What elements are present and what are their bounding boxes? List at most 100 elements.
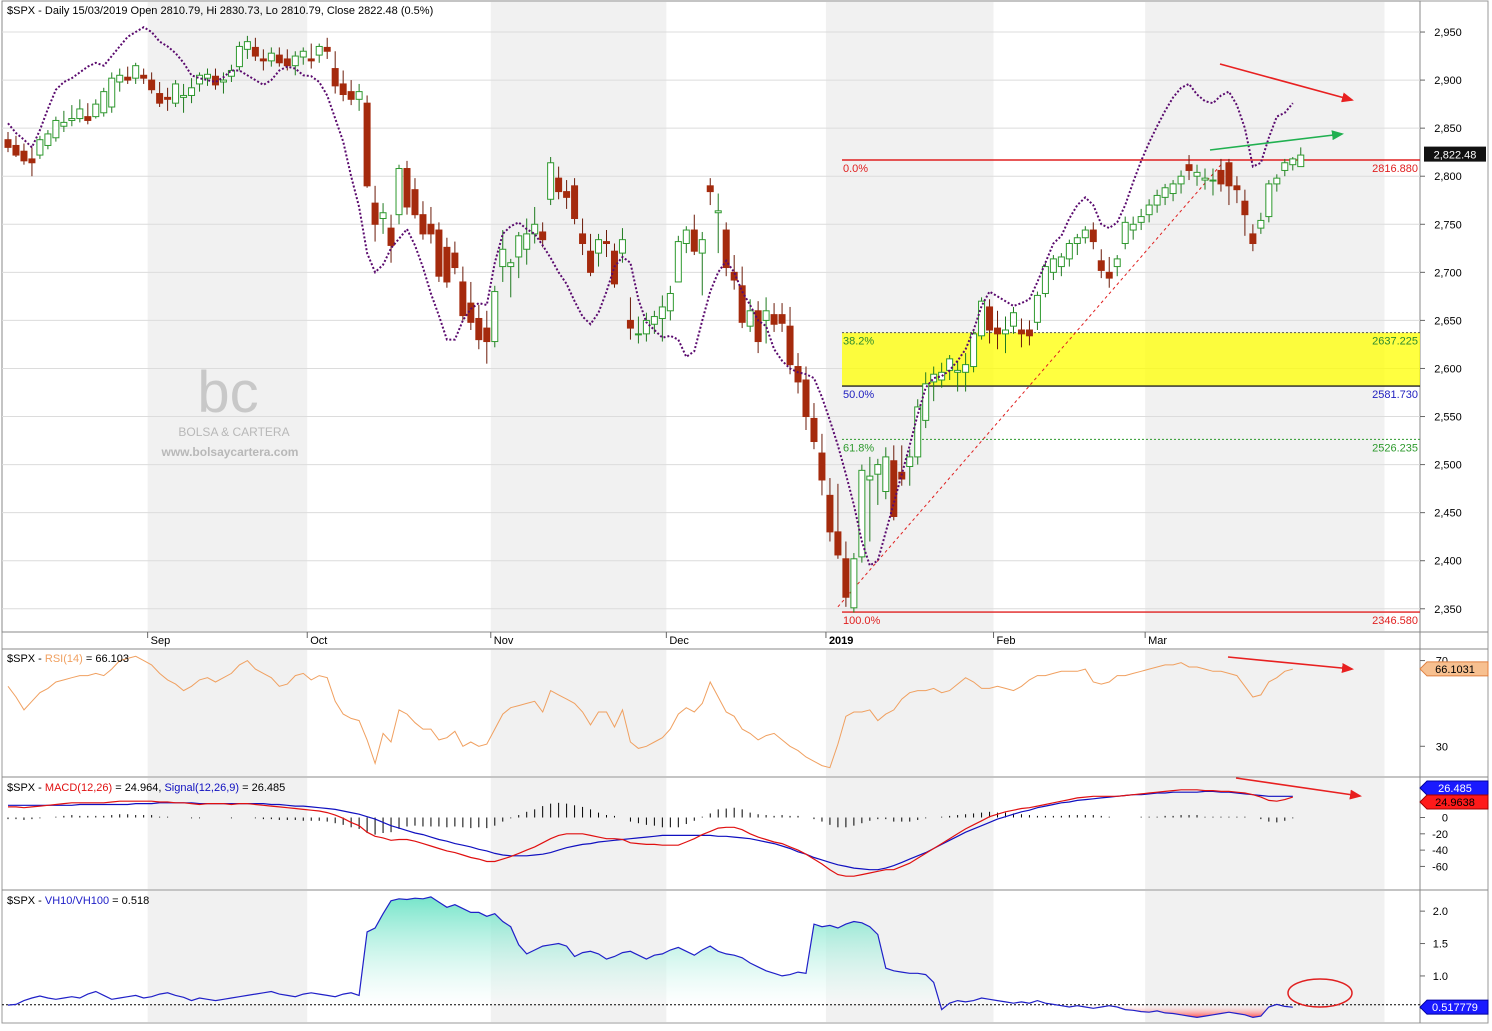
candle-body (275, 54, 283, 64)
candle-body (387, 227, 395, 246)
candle-body (483, 327, 491, 343)
rsi-last-value-marker: 66.1031 (1419, 661, 1489, 677)
x-tick-label: Dec (669, 635, 689, 647)
candle-body (1073, 237, 1081, 245)
candle-body (28, 158, 36, 164)
macd-last-value: 24.9638 (1435, 797, 1475, 809)
vh-title: $SPX - VH10/VH100 = 0.518 (7, 895, 149, 907)
candle-body (1289, 158, 1297, 166)
candle-body (395, 168, 403, 216)
candle-body (762, 310, 770, 321)
month-band (147, 650, 308, 776)
candle-body (259, 58, 267, 62)
candle-body (507, 262, 515, 268)
candle-body (603, 241, 610, 245)
price-tick-label: 2,500 (1434, 460, 1462, 472)
watermark-name: BOLSA & CARTERA (178, 425, 289, 439)
candle-body (12, 144, 20, 156)
candle-body (235, 45, 243, 68)
candle-body (459, 281, 467, 317)
candle-body (44, 133, 52, 146)
vh-last-value-marker: 0.517779 (1419, 999, 1489, 1015)
candle-body (1097, 260, 1105, 271)
candle-body (475, 317, 483, 341)
watermark-url: www.bolsaycartera.com (161, 445, 299, 459)
price-tick-label: 2,950 (1434, 27, 1462, 39)
x-tick-label: Oct (310, 635, 327, 647)
candle-body (1089, 229, 1097, 243)
candle-body (84, 116, 92, 121)
candle-body (204, 73, 211, 79)
price-tick-label: 2,350 (1434, 604, 1462, 616)
candle-body (738, 285, 746, 323)
candle-body (818, 452, 826, 481)
candle-body (132, 65, 140, 79)
candle-body (579, 233, 587, 245)
candle-body (682, 229, 690, 245)
candle-body (1249, 233, 1257, 245)
candle-body (379, 212, 387, 220)
candle-body (826, 494, 834, 533)
candle-body (587, 250, 595, 273)
macd-tick-label: -20 (1432, 829, 1448, 841)
candle-body (834, 531, 842, 556)
candle-body (124, 76, 132, 81)
candle-body (243, 41, 251, 50)
candle-body (1065, 243, 1073, 260)
candle-body (658, 306, 666, 319)
candle-body (610, 250, 618, 285)
candle-body (355, 91, 363, 100)
candle-body (690, 229, 698, 252)
candle-body (674, 241, 682, 283)
vh-tick-label: 1.0 (1433, 971, 1448, 983)
candle-body (1129, 223, 1137, 231)
candle-body (68, 118, 76, 121)
x-tick-label: Mar (1148, 635, 1167, 647)
x-tick-label: 2019 (829, 635, 853, 647)
candle-body (754, 310, 762, 343)
candle-body (1033, 294, 1041, 323)
candle-body (1217, 169, 1225, 185)
candle-body (547, 162, 555, 200)
candle-body (1225, 162, 1233, 187)
x-tick-label: Nov (494, 635, 514, 647)
candle-body (36, 139, 44, 156)
candle-body (419, 214, 427, 235)
candle-body (1265, 183, 1273, 218)
rsi-title: $SPX - RSI(14) = 66.103 (7, 653, 129, 665)
price-tick-label: 2,700 (1434, 267, 1462, 279)
fib-level-pct: 100.0% (843, 615, 881, 627)
candle-body (1273, 177, 1281, 185)
fib-zone-38-50 (842, 332, 1420, 387)
candle-body (650, 316, 658, 325)
candle-body (858, 469, 866, 558)
candle-body (571, 185, 579, 220)
candle-body (491, 291, 499, 343)
candle-body (1241, 200, 1249, 216)
fib-level-value: 2816.880 (1372, 163, 1418, 175)
price-tick-label: 2,900 (1434, 75, 1462, 87)
month-band (825, 2, 994, 631)
vh-last-value: 0.517779 (1432, 1002, 1478, 1014)
candle-body (698, 239, 706, 254)
macd-tick-label: -60 (1432, 861, 1448, 873)
candle-body (1113, 258, 1121, 268)
candle-body (1281, 162, 1289, 171)
candle-body (1145, 204, 1153, 216)
rsi-last-value: 66.1031 (1435, 664, 1475, 676)
candle-body (1161, 187, 1169, 198)
macd-tick-label: -40 (1432, 845, 1448, 857)
candle-body (331, 68, 339, 87)
candle-body (1121, 221, 1129, 245)
fib-level-pct: 0.0% (843, 163, 868, 175)
candle-body (315, 45, 323, 56)
candle-body (291, 55, 299, 67)
candle-body (1209, 179, 1217, 182)
fib-zone-fill (842, 332, 1420, 387)
rsi-tick-label: 30 (1436, 741, 1448, 753)
fib-level-pct: 61.8% (843, 442, 874, 454)
candle-body (1193, 171, 1201, 177)
candle-body (1049, 258, 1057, 273)
candle-body (882, 456, 890, 493)
candle-body (1257, 219, 1265, 229)
